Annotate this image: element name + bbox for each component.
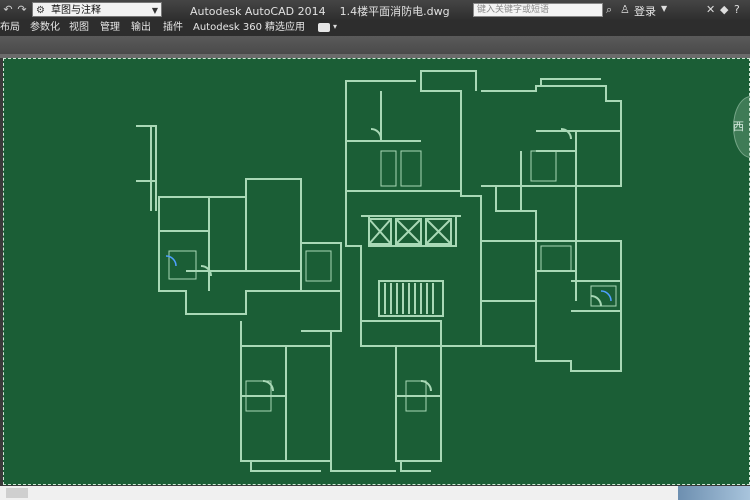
elevator xyxy=(395,218,422,245)
wall xyxy=(240,321,332,472)
chevron-down-icon[interactable]: ▾ xyxy=(333,22,337,31)
redo-icon[interactable]: ↷ xyxy=(16,3,28,17)
a360-icon[interactable]: ◆ xyxy=(720,3,728,17)
window-title: Autodesk AutoCAD 2014 1.4楼平面消防电.dwg xyxy=(190,3,450,19)
menu-item-layout[interactable]: 布局 xyxy=(0,21,20,35)
binoculars-icon[interactable]: ⌕ xyxy=(606,3,612,17)
menu-bar: 布局 参数化 视图 管理 输出 插件 Autodesk 360 精选应用 ▾ xyxy=(0,20,750,36)
workspace-label: 草图与注释 xyxy=(51,5,101,16)
elevator xyxy=(425,218,452,245)
search-input[interactable]: 键入关键字或短语 xyxy=(473,3,603,17)
app-title: Autodesk AutoCAD 2014 xyxy=(190,5,326,18)
workspace-dropdown[interactable]: ⚙ 草图与注释 ▼ xyxy=(32,2,162,17)
undo-icon[interactable]: ↶ xyxy=(2,3,14,17)
menu-item-manage[interactable]: 管理 xyxy=(100,21,120,35)
wall xyxy=(301,242,342,332)
wall xyxy=(345,70,482,347)
wall xyxy=(136,125,157,211)
taskbar-thumbnail[interactable] xyxy=(678,486,750,500)
wall xyxy=(346,91,461,247)
gear-icon: ⚙ xyxy=(36,5,45,16)
wall xyxy=(481,85,622,242)
help-icon[interactable]: ? xyxy=(734,3,740,17)
menu-item-view[interactable]: 视图 xyxy=(69,21,89,35)
user-icon[interactable]: ♙ xyxy=(620,3,630,16)
chevron-down-icon: ▼ xyxy=(151,6,158,15)
menu-item-plugins[interactable]: 插件 xyxy=(163,21,183,35)
file-name: 1.4楼平面消防电.dwg xyxy=(339,5,450,18)
menu-item-output[interactable]: 输出 xyxy=(131,21,151,35)
menu-item-parametric[interactable]: 参数化 xyxy=(30,21,60,35)
stair xyxy=(384,283,434,314)
fire-equipment-marker xyxy=(165,255,612,302)
wall xyxy=(158,178,302,315)
wall xyxy=(496,130,621,211)
viewcube-label[interactable]: 西 xyxy=(733,118,744,134)
login-button[interactable]: 登录 xyxy=(634,3,656,19)
chevron-down-icon[interactable]: ▼ xyxy=(661,4,667,13)
elevator xyxy=(368,218,392,245)
floor-plan-drawing xyxy=(136,70,622,472)
exchange-icon[interactable]: ✕ xyxy=(706,3,715,17)
drawing-canvas[interactable] xyxy=(3,58,750,485)
video-icon[interactable] xyxy=(318,23,330,32)
title-bar: ↶ ↷ ⚙ 草图与注释 ▼ Autodesk AutoCAD 2014 1.4楼平… xyxy=(0,0,750,20)
wall xyxy=(360,320,442,472)
status-bar xyxy=(0,486,750,500)
model-tab[interactable] xyxy=(6,488,28,498)
ribbon-panel xyxy=(0,36,750,54)
menu-item-featured-apps[interactable]: 精选应用 xyxy=(265,21,305,35)
wall xyxy=(159,197,301,291)
wall xyxy=(330,441,396,472)
menu-item-autodesk360[interactable]: Autodesk 360 xyxy=(193,21,262,35)
